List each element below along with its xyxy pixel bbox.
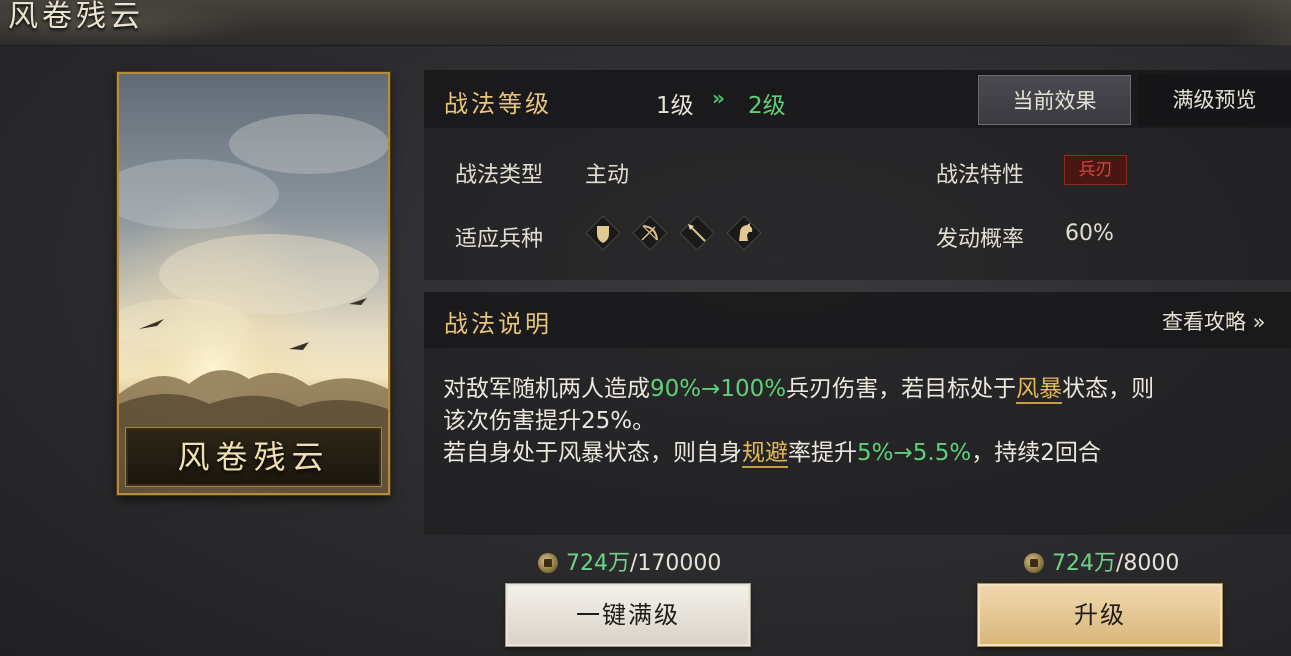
description-line-2: 该次伤害提升25%。	[443, 408, 656, 434]
view-guide-link[interactable]: 查看攻略 »	[1162, 306, 1266, 336]
level-to: 2级	[748, 93, 786, 119]
desc-text: 对敌军随机两人造成	[443, 376, 650, 402]
horse-cavalry-icon	[726, 215, 762, 251]
coin-icon	[538, 553, 558, 573]
trigger-chance-value: 60%	[1065, 221, 1114, 246]
evasion-range: 5%→5.5%	[857, 440, 972, 466]
skill-type-label: 战法类型	[455, 163, 544, 188]
max-level-button[interactable]: 一键满级	[505, 583, 751, 647]
trigger-chance-label: 发动概率	[936, 227, 1025, 252]
damage-range: 90%→100%	[650, 376, 787, 402]
bow-archer-icon	[632, 215, 668, 251]
desc-text: 兵刃伤害，若目标处于	[786, 376, 1017, 402]
description-line-1: 对敌军随机两人造成90%→100%兵刃伤害，若目标处于风暴状态，则	[443, 369, 1155, 404]
tab-current-effect[interactable]: 当前效果	[978, 75, 1131, 125]
skill-trait-badge: 兵刃	[1064, 155, 1127, 185]
max-level-cost: 724万/170000	[538, 545, 721, 577]
level-from: 1级	[656, 93, 694, 119]
page-title: 风卷残云	[8, 0, 144, 34]
upgrade-cost: 724万/8000	[1024, 545, 1179, 577]
skill-card-nameplate: 风卷残云	[125, 427, 382, 487]
top-header: 风卷残云	[0, 0, 1291, 46]
desc-text: 若自身处于风暴状态，则自身	[443, 440, 742, 466]
skill-type-value: 主动	[585, 163, 630, 188]
header-edge-decoration	[1231, 0, 1291, 46]
skill-description-header	[424, 292, 1291, 348]
level-arrow-icon: »	[712, 86, 725, 110]
required-amount: /170000	[630, 551, 722, 576]
unit-type-label: 适应兵种	[455, 227, 544, 252]
tab-max-level-preview[interactable]: 满级预览	[1138, 75, 1291, 125]
owned-amount: 724万	[566, 551, 630, 576]
storm-status-keyword[interactable]: 风暴	[1016, 376, 1063, 404]
skill-trait-label: 战法特性	[936, 163, 1025, 188]
evasion-keyword[interactable]: 规避	[742, 440, 788, 468]
skill-level-title: 战法等级	[444, 90, 552, 118]
desc-text: 状态，则	[1062, 376, 1155, 402]
desc-text: ，持续2回合	[971, 440, 1101, 466]
shield-infantry-icon	[585, 215, 621, 251]
skill-card-name: 风卷残云	[177, 438, 330, 476]
desc-text: 率提升	[788, 440, 857, 466]
upgrade-button[interactable]: 升级	[977, 583, 1223, 647]
skill-description-title: 战法说明	[444, 310, 552, 338]
description-line-3: 若自身处于风暴状态，则自身规避率提升5%→5.5%，持续2回合	[443, 433, 1101, 468]
spear-icon	[679, 215, 715, 251]
skill-card: 风卷残云	[117, 72, 390, 495]
coin-icon	[1024, 553, 1044, 573]
required-amount: /8000	[1116, 551, 1180, 576]
owned-amount: 724万	[1052, 551, 1116, 576]
